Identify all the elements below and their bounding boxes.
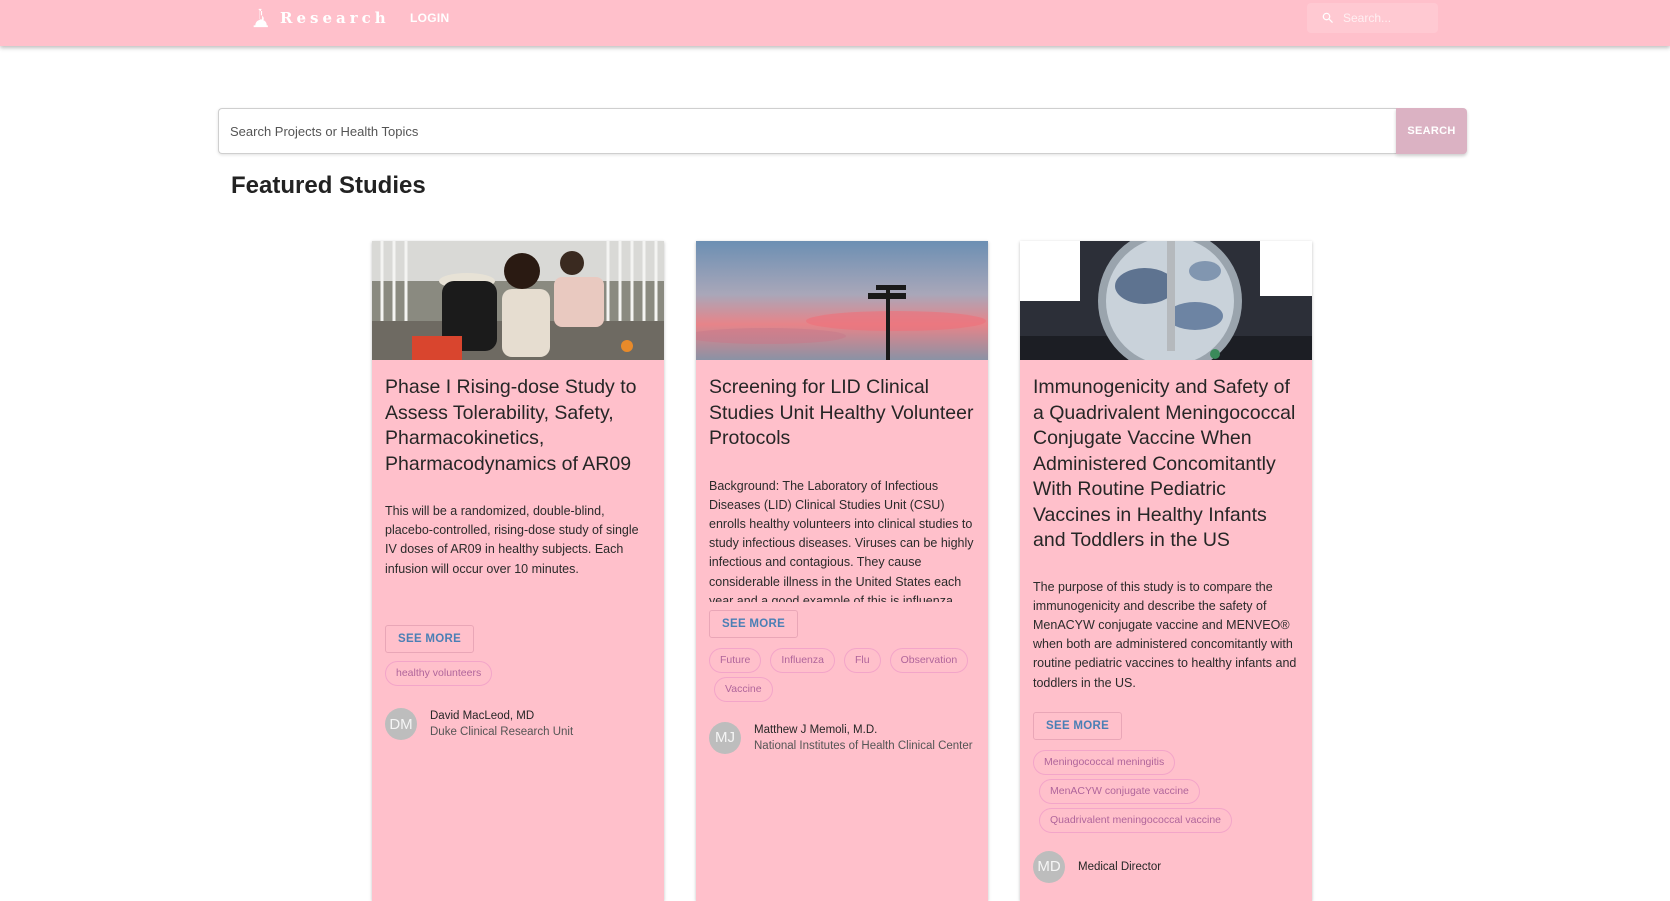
brand-logo[interactable]: Research	[250, 6, 390, 30]
search-icon	[1322, 12, 1333, 23]
header-search[interactable]	[1307, 3, 1438, 33]
microscope-icon	[253, 8, 268, 28]
avatar: MJ	[709, 721, 741, 754]
study-image-people-eating[interactable]	[372, 241, 664, 360]
tag-chip[interactable]: Observation	[889, 647, 969, 673]
study-title[interactable]: Screening for LID Clinical Studies Unit …	[709, 375, 976, 452]
tag-chip[interactable]: Meningococcal meningitis	[1033, 749, 1176, 775]
study-card: Immunogenicity and Safety of a Quadrival…	[1020, 241, 1312, 901]
app-bar: Research LOGIN	[0, 0, 1670, 46]
tag-list: Future Influenza Flu Observation Vaccine	[709, 647, 978, 706]
study-description: This will be a randomized, double-blind,…	[385, 504, 639, 576]
tag-list: Meningococcal meningitis MenACYW conjuga…	[1033, 749, 1302, 837]
author-name: Matthew J Memoli, M.D.	[754, 723, 878, 736]
tag-chip[interactable]: healthy volunteers	[385, 661, 493, 686]
tag-chip[interactable]: MenACYW conjugate vaccine	[1039, 778, 1200, 804]
study-title[interactable]: Phase I Rising-dose Study to Assess Tole…	[385, 375, 652, 477]
tag-chip[interactable]: Influenza	[770, 647, 835, 673]
study-image-sunset-sign[interactable]	[696, 241, 988, 360]
main-search-bar: SEARCH	[218, 108, 1467, 154]
login-link[interactable]: LOGIN	[410, 11, 450, 25]
author-info: DM David MacLeod, MD Duke Clinical Resea…	[385, 708, 664, 740]
section-title: Featured Studies	[231, 172, 426, 199]
main-search-input[interactable]	[218, 108, 1396, 154]
study-title[interactable]: Immunogenicity and Safety of a Quadrival…	[1033, 375, 1300, 554]
author-organization: Duke Clinical Research Unit	[430, 726, 574, 738]
tag-chip[interactable]: Flu	[843, 647, 881, 673]
see-more-button[interactable]: SEE MORE	[1033, 711, 1123, 740]
author-name: Medical Director	[1078, 860, 1162, 873]
study-image-petri-dish[interactable]	[1020, 241, 1312, 360]
tag-chip[interactable]: Future	[709, 647, 762, 673]
see-more-button[interactable]: SEE MORE	[709, 609, 799, 638]
study-description: The purpose of this study is to compare …	[1033, 579, 1297, 690]
author-name: David MacLeod, MD	[430, 710, 535, 722]
avatar: DM	[385, 708, 417, 740]
author-info: MJ Matthew J Memoli, M.D. National Insti…	[709, 721, 988, 754]
brand-name: Research	[280, 9, 390, 27]
study-description: Background: The Laboratory of Infectious…	[709, 478, 974, 602]
tag-chip[interactable]: Quadrivalent meningococcal vaccine	[1039, 807, 1233, 833]
header-search-input[interactable]	[1343, 11, 1433, 25]
study-card: Phase I Rising-dose Study to Assess Tole…	[372, 241, 664, 901]
author-organization: National Institutes of Health Clinical C…	[754, 739, 973, 752]
tag-chip[interactable]: Vaccine	[714, 676, 773, 702]
search-button[interactable]: SEARCH	[1396, 108, 1467, 154]
tag-list: healthy volunteers	[385, 661, 654, 690]
study-card: Screening for LID Clinical Studies Unit …	[696, 241, 988, 901]
see-more-button[interactable]: SEE MORE	[385, 625, 475, 653]
